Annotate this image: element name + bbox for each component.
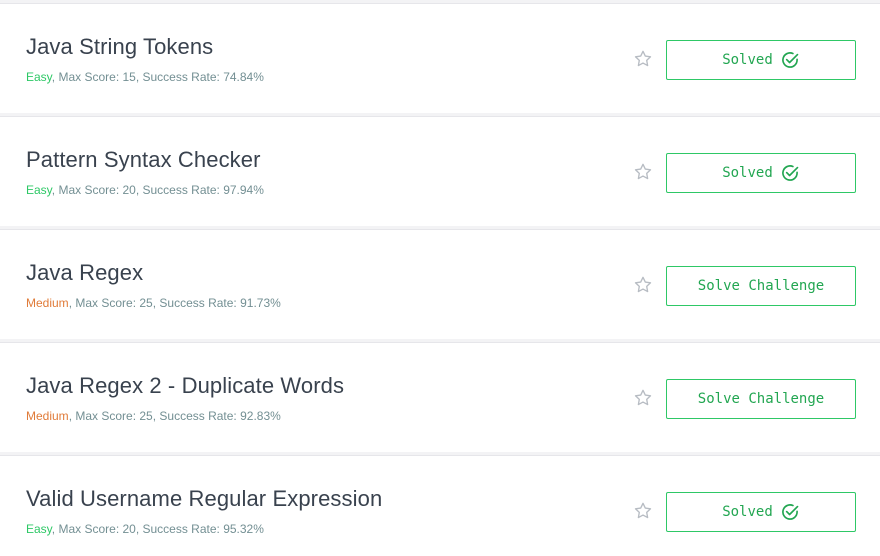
challenge-title[interactable]: Java Regex 2 - Duplicate Words <box>26 373 344 399</box>
button-label: Solved <box>722 165 773 181</box>
challenge-card: Pattern Syntax Checker Easy, Max Score: … <box>0 116 880 226</box>
solve-challenge-button[interactable]: Solve Challenge <box>666 379 856 419</box>
challenge-card: Java Regex 2 - Duplicate Words Medium, M… <box>0 342 880 452</box>
challenge-list: Java String Tokens Easy, Max Score: 15, … <box>0 0 880 556</box>
challenge-title[interactable]: Valid Username Regular Expression <box>26 486 382 512</box>
difficulty-label: Medium <box>26 409 69 423</box>
solved-button[interactable]: Solved <box>666 40 856 80</box>
challenge-stats: , Max Score: 25, Success Rate: 92.83% <box>68 409 281 423</box>
difficulty-label: Easy <box>26 522 52 536</box>
difficulty-label: Medium <box>26 296 69 310</box>
bookmark-star-icon[interactable] <box>633 162 653 182</box>
button-label: Solved <box>722 52 773 68</box>
solve-challenge-button[interactable]: Solve Challenge <box>666 266 856 306</box>
bookmark-star-icon[interactable] <box>633 275 653 295</box>
challenge-meta: Easy, Max Score: 20, Success Rate: 97.94… <box>26 183 264 197</box>
challenge-card: Valid Username Regular Expression Easy, … <box>0 455 880 556</box>
button-label: Solve Challenge <box>697 391 825 407</box>
bookmark-star-icon[interactable] <box>633 49 653 69</box>
solved-button[interactable]: Solved <box>666 153 856 193</box>
challenge-title[interactable]: Java String Tokens <box>26 34 213 60</box>
challenge-card: Java Regex Medium, Max Score: 25, Succes… <box>0 229 880 339</box>
check-circle-icon <box>780 502 800 522</box>
check-circle-icon <box>780 50 800 70</box>
challenge-stats: , Max Score: 25, Success Rate: 91.73% <box>68 296 281 310</box>
challenge-stats: , Max Score: 20, Success Rate: 95.32% <box>51 522 264 536</box>
challenge-title[interactable]: Pattern Syntax Checker <box>26 147 261 173</box>
challenge-meta: Easy, Max Score: 20, Success Rate: 95.32… <box>26 522 264 536</box>
check-circle-icon <box>780 163 800 183</box>
difficulty-label: Easy <box>26 183 52 197</box>
button-label: Solved <box>722 504 773 520</box>
bookmark-star-icon[interactable] <box>633 501 653 521</box>
difficulty-label: Easy <box>26 70 52 84</box>
challenge-meta: Easy, Max Score: 15, Success Rate: 74.84… <box>26 70 264 84</box>
solved-button[interactable]: Solved <box>666 492 856 532</box>
button-label: Solve Challenge <box>697 278 825 294</box>
challenge-card: Java String Tokens Easy, Max Score: 15, … <box>0 3 880 113</box>
challenge-stats: , Max Score: 15, Success Rate: 74.84% <box>51 70 264 84</box>
challenge-meta: Medium, Max Score: 25, Success Rate: 91.… <box>26 296 281 310</box>
bookmark-star-icon[interactable] <box>633 388 653 408</box>
challenge-meta: Medium, Max Score: 25, Success Rate: 92.… <box>26 409 281 423</box>
challenge-title[interactable]: Java Regex <box>26 260 143 286</box>
challenge-stats: , Max Score: 20, Success Rate: 97.94% <box>51 183 264 197</box>
